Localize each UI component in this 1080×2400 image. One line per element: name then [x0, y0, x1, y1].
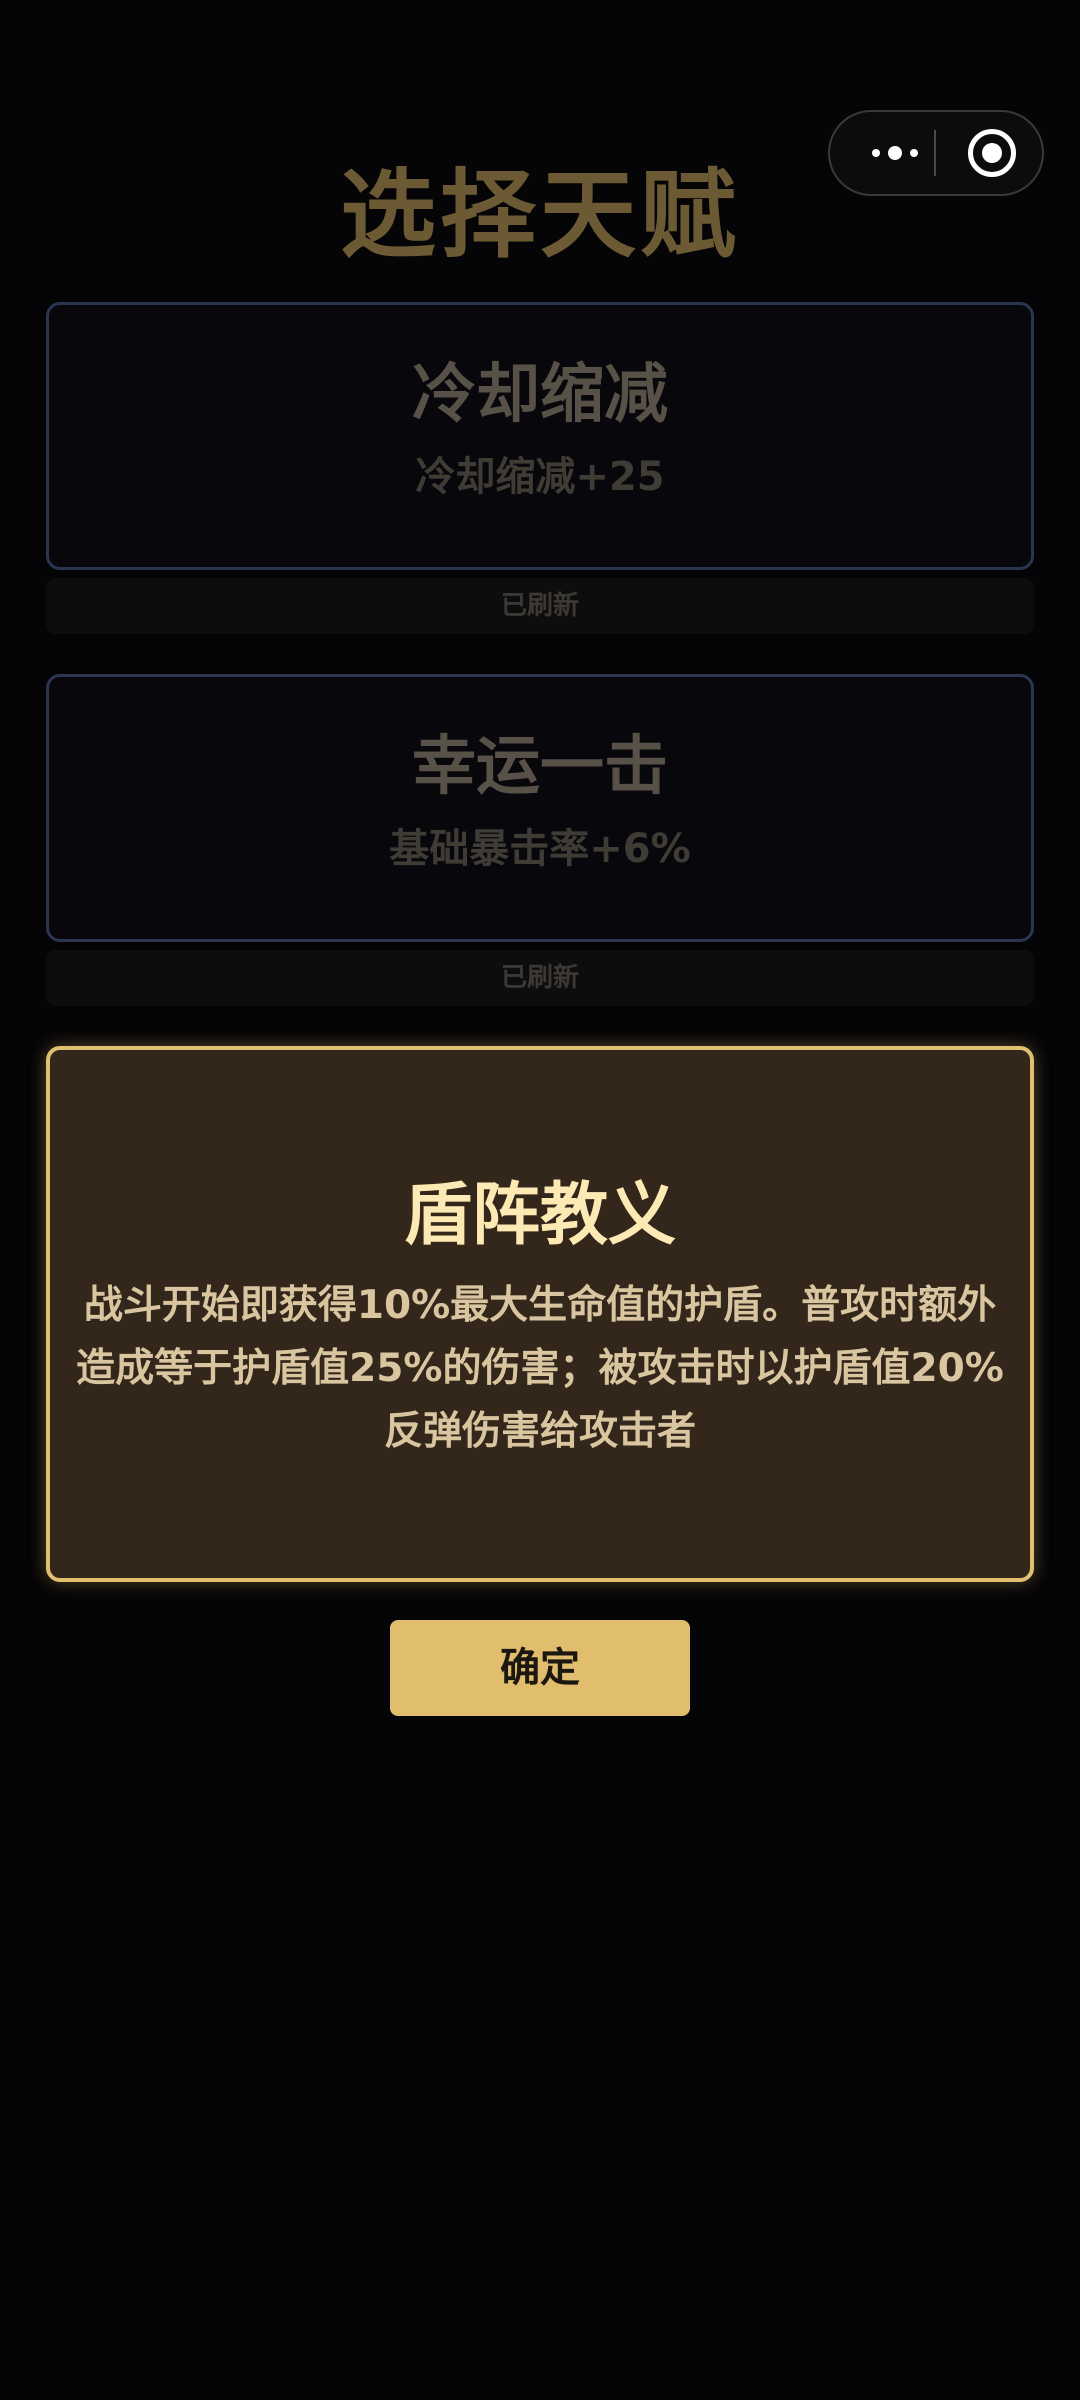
talent-card-shield-doctrine[interactable]: 盾阵教义 战斗开始即获得10%最大生命值的护盾。普攻时额外造成等于护盾值25%的… — [46, 1046, 1034, 1582]
talent-name: 幸运一击 — [412, 730, 668, 804]
talent-description: 冷却缩减+25 — [415, 454, 665, 500]
page-title: 选择天赋 — [340, 159, 740, 271]
talent-name: 冷却缩减 — [412, 358, 668, 432]
refresh-status: 已刷新 — [46, 950, 1034, 1006]
talent-name: 盾阵教义 — [403, 1176, 676, 1255]
confirm-button[interactable]: 确定 — [390, 1620, 690, 1716]
talent-description: 战斗开始即获得10%最大生命值的护盾。普攻时额外造成等于护盾值25%的伤害；被攻… — [76, 1283, 1004, 1454]
dot — [910, 149, 918, 157]
dot — [888, 146, 902, 160]
talent-card-lucky-strike[interactable]: 幸运一击 基础暴击率+6% — [46, 674, 1034, 942]
talent-select-screen: 选择天赋 冷却缩减 冷却缩减+25 已刷新 幸运一击 基础暴击率+6% 已刷新 … — [0, 0, 1080, 2400]
refresh-status: 已刷新 — [46, 578, 1034, 634]
talent-card-cooldown[interactable]: 冷却缩减 冷却缩减+25 — [46, 302, 1034, 570]
dot — [872, 149, 880, 157]
talent-description: 基础暴击率+6% — [389, 826, 691, 872]
